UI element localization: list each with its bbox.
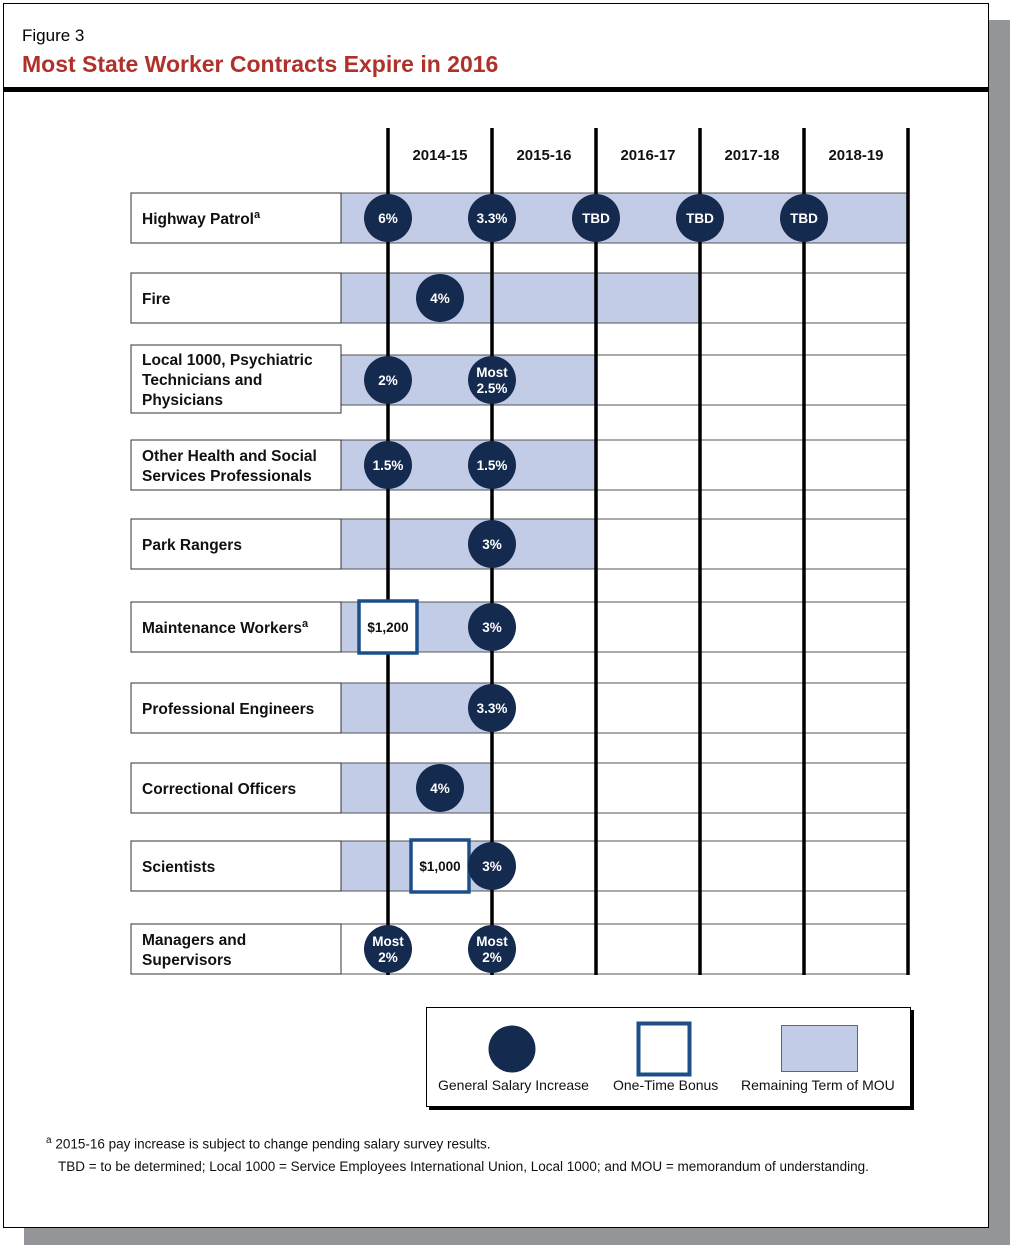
mou-swatch-icon (781, 1025, 858, 1072)
salary-increase-label: Most (476, 365, 508, 380)
salary-increase-marker (364, 925, 412, 973)
mou-remaining-bar (341, 273, 700, 323)
legend: General Salary Increase One-Time Bonus R… (426, 1007, 911, 1107)
column-header: 2015-16 (516, 147, 571, 164)
chart-row (130, 518, 909, 570)
one-time-bonus-label: $1,200 (367, 620, 408, 635)
legend-label-mou: Remaining Term of MOU (741, 1077, 895, 1093)
salary-increase-label: 3.3% (477, 211, 508, 226)
timeline-chart: 2014-15 2015-16 2016-17 2017-18 2018-19 Highw… (130, 128, 910, 975)
chart-row (130, 840, 909, 892)
row-grid-cell (340, 923, 909, 975)
salary-increase-label: 3.3% (477, 701, 508, 716)
salary-increase-label: 2% (378, 950, 398, 965)
salary-increase-label: TBD (582, 211, 610, 226)
row-label: Fire (142, 291, 171, 308)
row-label: Technicians and (142, 372, 262, 389)
footnote-a: a 2015-16 pay increase is subject to cha… (46, 1135, 491, 1152)
salary-circle-icon (488, 1025, 536, 1073)
legend-item-mou: Remaining Term of MOU (737, 1008, 910, 1106)
row-label: Maintenance Workersa (142, 618, 309, 637)
salary-increase-label: 1.5% (477, 458, 508, 473)
row-label: Park Rangers (142, 537, 242, 554)
salary-increase-label: Most (476, 934, 508, 949)
row-label: Supervisors (142, 952, 232, 969)
column-header: 2016-17 (620, 147, 675, 164)
salary-increase-label: 2% (482, 950, 502, 965)
chart-row (130, 923, 909, 975)
salary-increase-marker (468, 925, 516, 973)
salary-increase-marker (468, 356, 516, 404)
chart-row (130, 272, 909, 324)
salary-increase-label: 2% (378, 373, 398, 388)
legend-item-salary: General Salary Increase (427, 1008, 607, 1106)
row-label: Local 1000, Psychiatric (142, 352, 313, 369)
one-time-bonus-label: $1,000 (419, 859, 460, 874)
salary-increase-label: 6% (378, 211, 398, 226)
row-label: Physicians (142, 392, 223, 409)
row-label: Highway Patrola (142, 209, 261, 228)
row-label: Scientists (142, 859, 215, 876)
row-label: Other Health and Social (142, 448, 317, 465)
salary-increase-label: 4% (430, 781, 450, 796)
bonus-square-icon (636, 1021, 692, 1077)
footnote-marker: a (254, 209, 261, 221)
row-label: Managers and (142, 932, 246, 949)
salary-increase-label: 3% (482, 859, 502, 874)
row-label: Services Professionals (142, 468, 312, 485)
row-label: Correctional Officers (142, 781, 296, 798)
footnote-abbreviations: TBD = to be determined; Local 1000 = Ser… (58, 1159, 869, 1174)
salary-increase-label: 3% (482, 620, 502, 635)
salary-increase-label: 4% (430, 291, 450, 306)
column-header: 2014-15 (412, 147, 467, 164)
footnote-a-text: 2015-16 pay increase is subject to chang… (51, 1136, 491, 1152)
salary-increase-label: 2.5% (477, 381, 508, 396)
salary-increase-label: Most (372, 934, 404, 949)
column-header: 2017-18 (724, 147, 779, 164)
salary-increase-label: 3% (482, 537, 502, 552)
salary-increase-label: TBD (790, 211, 818, 226)
legend-item-bonus: One-Time Bonus (607, 1008, 747, 1106)
row-label: Professional Engineers (142, 701, 314, 718)
column-header: 2018-19 (828, 147, 883, 164)
salary-increase-label: 1.5% (373, 458, 404, 473)
footnote-marker: a (302, 618, 309, 630)
legend-label-salary: General Salary Increase (438, 1077, 589, 1093)
salary-increase-label: TBD (686, 211, 714, 226)
legend-label-bonus: One-Time Bonus (613, 1077, 719, 1093)
